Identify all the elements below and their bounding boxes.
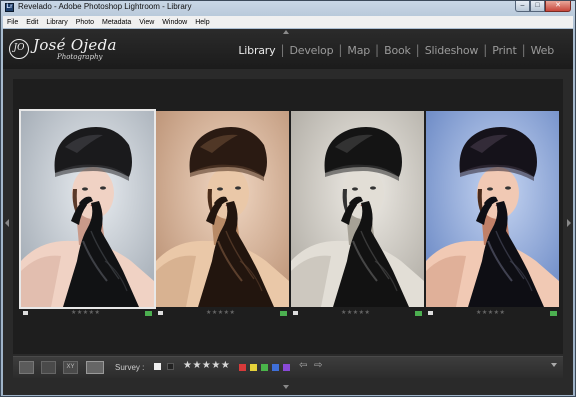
library-toolbar: XY Survey : ★★★★★ ⇦ ⇨ (13, 356, 563, 378)
pick-flag-icon[interactable] (154, 363, 161, 370)
module-picker: Library | Develop | Map | Book | Slidesh… (233, 43, 559, 57)
photo-thumbnail[interactable] (19, 109, 156, 309)
grid-view-button[interactable] (19, 361, 34, 374)
module-print[interactable]: Print (487, 44, 521, 57)
lightroom-app-icon[interactable]: Lr (5, 3, 14, 12)
menu-window[interactable]: Window (158, 19, 191, 26)
flag-icon[interactable] (158, 311, 163, 315)
color-label-green[interactable] (261, 364, 268, 371)
survey-cell[interactable]: ★★★★★ (426, 111, 559, 321)
photo-image (156, 111, 289, 307)
module-library[interactable]: Library (233, 44, 280, 57)
left-panel-toggle-icon[interactable] (5, 219, 9, 227)
cell-footer: ★★★★★ (21, 309, 154, 319)
cell-footer: ★★★★★ (426, 309, 559, 319)
menu-file[interactable]: File (3, 19, 22, 26)
logo-mark-icon: JO (9, 39, 29, 59)
module-slideshow[interactable]: Slideshow (420, 44, 483, 57)
flag-icon[interactable] (428, 311, 433, 315)
next-photo-button[interactable]: ⇨ (314, 360, 322, 371)
cell-star-rating[interactable]: ★★★★★ (71, 309, 100, 316)
lightroom-workspace: JO José Ojeda Photography Library | Deve… (3, 29, 573, 395)
star-rating[interactable]: ★★★★★ (183, 360, 230, 371)
minimize-button[interactable]: – (515, 1, 530, 12)
identity-name: José Ojeda (33, 36, 117, 54)
survey-cell[interactable]: ★★★★★ (156, 111, 289, 321)
compare-view-button[interactable]: XY (63, 361, 78, 374)
cell-footer: ★★★★★ (156, 309, 289, 319)
color-label-blue[interactable] (272, 364, 279, 371)
cell-star-rating[interactable]: ★★★★★ (341, 309, 370, 316)
photo-thumbnail[interactable] (156, 111, 289, 307)
cell-star-rating[interactable]: ★★★★★ (476, 309, 505, 316)
identity-subtitle: Photography (57, 53, 103, 61)
reject-flag-icon[interactable] (167, 363, 174, 370)
right-panel-toggle-icon[interactable] (567, 219, 571, 227)
top-panel-toggle-icon[interactable] (283, 30, 289, 34)
menu-view[interactable]: View (135, 19, 158, 26)
bottom-panel-toggle-icon[interactable] (283, 385, 289, 389)
survey-view: ★★★★★ ★★★★★ ★★★★★ ★★★★★ (13, 79, 563, 354)
color-label-badge (280, 311, 287, 316)
cell-star-rating[interactable]: ★★★★★ (206, 309, 235, 316)
window-title: Revelado - Adobe Photoshop Lightroom - L… (18, 2, 192, 11)
module-map[interactable]: Map (342, 44, 375, 57)
loupe-view-button[interactable] (41, 361, 56, 374)
survey-label: Survey : (115, 363, 145, 372)
identity-panel: JO José Ojeda Photography Library | Deve… (3, 29, 573, 69)
color-label-purple[interactable] (283, 364, 290, 371)
app-window: Lr Revelado - Adobe Photoshop Lightroom … (0, 0, 576, 397)
menu-photo[interactable]: Photo (72, 19, 98, 26)
photo-image (291, 111, 424, 307)
photo-image (426, 111, 559, 307)
close-button[interactable]: ✕ (545, 1, 571, 12)
photo-thumbnail[interactable] (426, 111, 559, 307)
color-label-red[interactable] (239, 364, 246, 371)
survey-cell[interactable]: ★★★★★ (19, 109, 156, 321)
color-label-badge (415, 311, 422, 316)
photo-thumbnail[interactable] (291, 111, 424, 307)
color-label-yellow[interactable] (250, 364, 257, 371)
flag-icon[interactable] (23, 311, 28, 315)
module-web[interactable]: Web (526, 44, 559, 57)
color-label-badge (550, 311, 557, 316)
window-controls: – □ ✕ (515, 1, 571, 12)
menu-help[interactable]: Help (191, 19, 213, 26)
toolbar-menu-chevron-icon[interactable] (551, 363, 557, 367)
module-develop[interactable]: Develop (284, 44, 338, 57)
menu-metadata[interactable]: Metadata (98, 19, 135, 26)
survey-view-button[interactable] (86, 361, 104, 374)
menu-library[interactable]: Library (42, 19, 71, 26)
previous-photo-button[interactable]: ⇦ (299, 360, 307, 371)
identity-plate: JO José Ojeda Photography (9, 36, 117, 65)
module-book[interactable]: Book (379, 44, 416, 57)
cell-footer: ★★★★★ (291, 309, 424, 319)
menu-edit[interactable]: Edit (22, 19, 42, 26)
survey-cell[interactable]: ★★★★★ (291, 111, 424, 321)
color-label-badge (145, 311, 152, 316)
menu-bar: File Edit Library Photo Metadata View Wi… (3, 16, 573, 28)
title-bar: Lr Revelado - Adobe Photoshop Lightroom … (1, 1, 575, 15)
flag-icon[interactable] (293, 311, 298, 315)
maximize-button[interactable]: □ (530, 1, 545, 12)
photo-image (21, 111, 154, 307)
